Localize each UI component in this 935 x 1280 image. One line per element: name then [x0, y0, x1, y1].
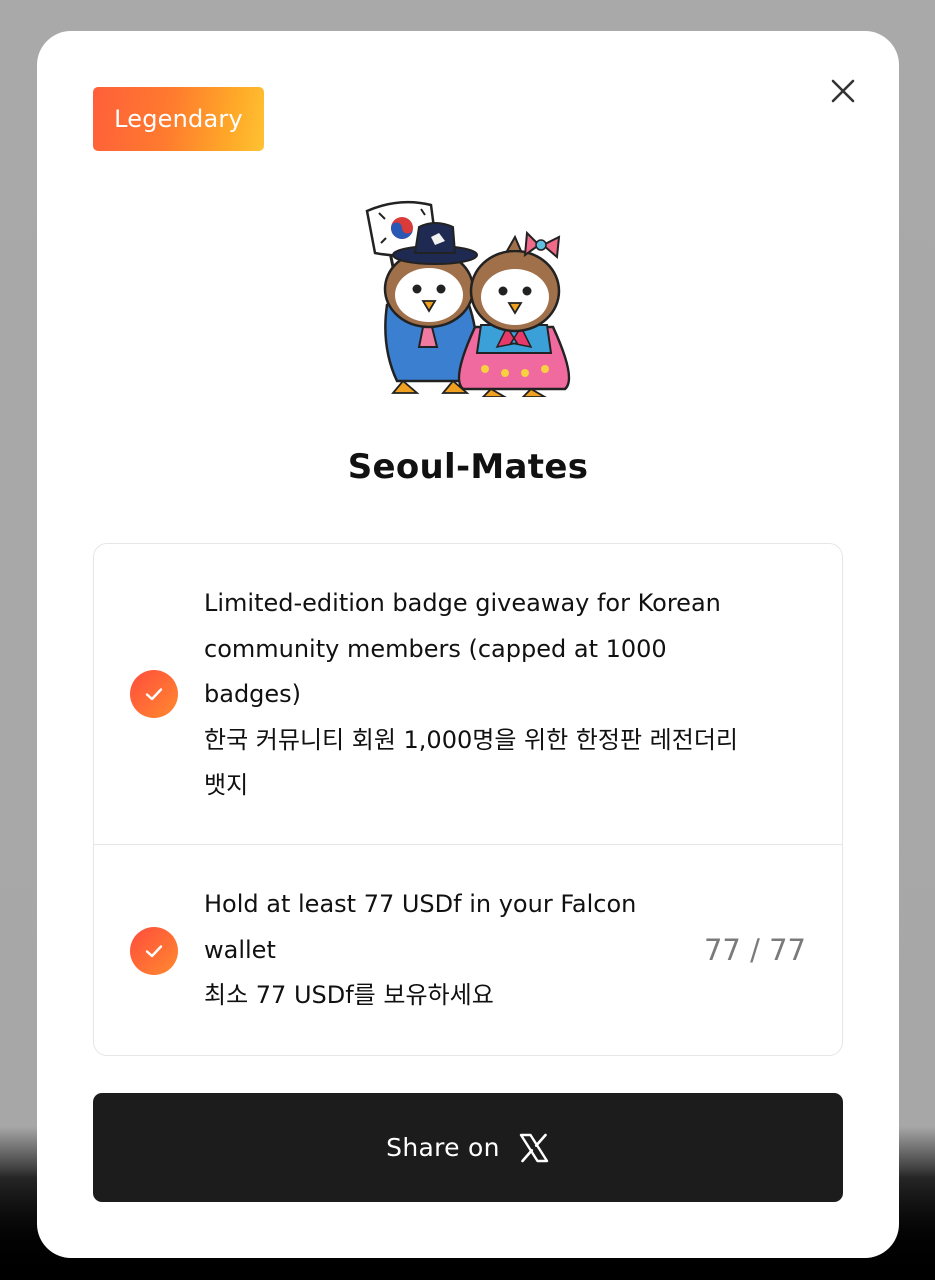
- requirement-line: Limited-edition badge giveaway for Korea…: [204, 589, 721, 617]
- badge-title: Seoul-Mates: [347, 447, 589, 487]
- requirement-description: Limited-edition badge giveaway for Korea…: [204, 581, 794, 809]
- requirement-line: 최소 77 USDf를 보유하세요: [204, 981, 494, 1009]
- requirement-item-community: Limited-edition badge giveaway for Korea…: [94, 544, 842, 845]
- rarity-badge: Legendary: [93, 87, 264, 151]
- requirement-line: Hold at least 77 USDf in your Falcon: [204, 890, 637, 918]
- requirements-list: Limited-edition badge giveaway for Korea…: [93, 543, 843, 1056]
- requirement-line: 한국 커뮤니티 회원 1,000명을 위한 한정판 레전더리: [204, 725, 738, 754]
- requirement-line: community members (capped at 1000: [204, 634, 667, 663]
- check-circle-icon: [130, 927, 178, 975]
- requirement-line: 뱃지: [204, 771, 249, 799]
- requirement-line: wallet: [204, 935, 276, 964]
- requirement-description: Hold at least 77 USDf in your Falcon wal…: [204, 882, 684, 1019]
- share-button-label: Share on: [386, 1133, 500, 1162]
- x-logo-icon: [519, 1133, 549, 1162]
- requirement-progress: 77 / 77: [703, 933, 806, 967]
- requirement-item-usdf: Hold at least 77 USDf in your Falcon wal…: [94, 845, 842, 1055]
- badge-detail-modal: Legendary Seoul-Mates Limited-edition ba…: [37, 31, 899, 1258]
- close-button[interactable]: [823, 71, 863, 111]
- share-on-x-button[interactable]: Share on: [93, 1093, 843, 1202]
- close-icon: [831, 79, 855, 103]
- requirement-line: badges): [204, 680, 302, 708]
- seoul-mates-mascot-illustration: [359, 197, 579, 398]
- check-circle-icon: [130, 670, 178, 718]
